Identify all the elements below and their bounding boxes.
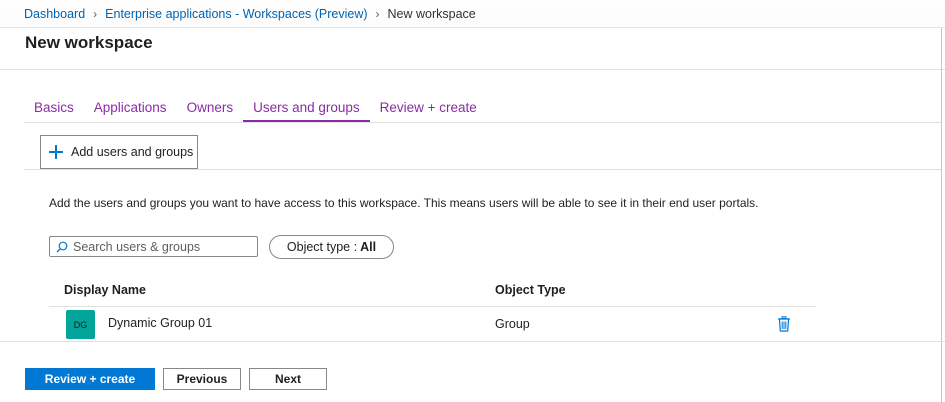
row-display-name: Dynamic Group 01	[108, 316, 213, 330]
tab-bar: Basics Applications Owners Users and gro…	[24, 96, 487, 122]
divider	[0, 341, 945, 342]
description-text: Add the users and groups you want to hav…	[49, 196, 759, 210]
delete-icon[interactable]	[777, 316, 791, 332]
tab-owners[interactable]: Owners	[177, 96, 244, 122]
chevron-right-icon: ›	[375, 7, 380, 21]
divider	[941, 28, 942, 402]
add-users-and-groups-label: Add users and groups	[71, 145, 194, 159]
table-row[interactable]: DG Dynamic Group 01 Group	[49, 308, 816, 340]
row-object-type: Group	[495, 317, 530, 331]
add-users-and-groups-button[interactable]: Add users and groups	[40, 135, 198, 169]
table-header: Display Name Object Type	[49, 283, 816, 307]
search-box[interactable]	[49, 236, 258, 257]
next-button[interactable]: Next	[249, 368, 327, 390]
avatar: DG	[66, 310, 95, 339]
breadcrumb-dashboard[interactable]: Dashboard	[24, 7, 85, 21]
tab-basics[interactable]: Basics	[24, 96, 84, 122]
plus-icon	[49, 145, 63, 159]
review-create-button[interactable]: Review + create	[25, 368, 155, 390]
search-icon	[56, 241, 68, 252]
tab-users-and-groups[interactable]: Users and groups	[243, 96, 370, 122]
filter-label: Object type :	[286, 240, 358, 254]
column-header-object-type[interactable]: Object Type	[495, 283, 566, 297]
divider	[24, 169, 941, 170]
previous-button[interactable]: Previous	[163, 368, 241, 390]
breadcrumb-current: New workspace	[387, 7, 476, 21]
column-header-display-name[interactable]: Display Name	[64, 283, 146, 297]
breadcrumb: Dashboard › Enterprise applications - Wo…	[24, 7, 476, 21]
divider	[24, 122, 941, 123]
filter-value: All	[360, 240, 377, 254]
breadcrumb-enterprise-apps[interactable]: Enterprise applications - Workspaces (Pr…	[105, 7, 367, 21]
search-input[interactable]	[73, 239, 253, 254]
tab-applications[interactable]: Applications	[84, 96, 177, 122]
page-title: New workspace	[25, 33, 153, 52]
chevron-right-icon: ›	[93, 7, 98, 21]
tab-review-create[interactable]: Review + create	[370, 96, 487, 122]
divider	[0, 69, 945, 70]
object-type-filter[interactable]: Object type : All	[269, 235, 394, 259]
